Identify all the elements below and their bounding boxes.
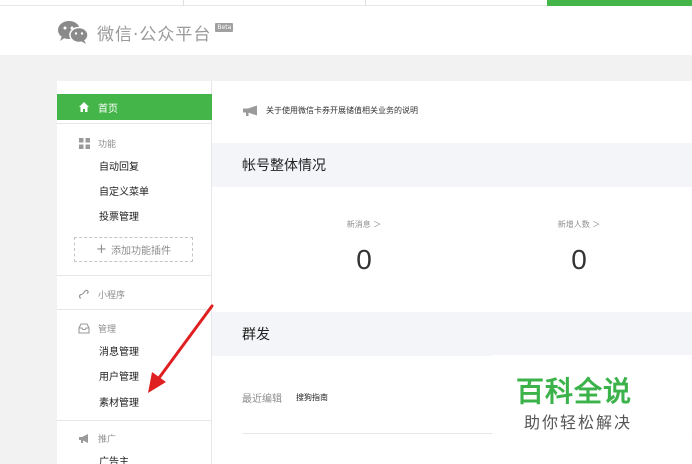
top-separator (365, 0, 366, 6)
sidebar-item-advertiser[interactable]: 广告主 (99, 456, 129, 464)
megaphone-icon (243, 105, 257, 116)
sidebar-item-vote-management[interactable]: 投票管理 (99, 211, 139, 225)
broadcast-header: 群发 (212, 312, 692, 356)
red-arrow-annotation (148, 304, 214, 393)
sidebar-section-label: 推广 (98, 434, 117, 445)
stat-value: 0 (571, 244, 587, 275)
sidebar-item-label: 小程序 (98, 290, 126, 301)
divider (57, 275, 212, 276)
watermark-subtitle: 助你轻松解决 (524, 413, 633, 432)
top-separator (183, 0, 184, 6)
section-title: 帐号整体情况 (242, 158, 326, 174)
sidebar-section-label: 管理 (98, 324, 117, 335)
header: 微信·公众平台 Beta (0, 7, 692, 55)
mini-program-icon (78, 288, 90, 300)
active-top-tab-indicator (547, 0, 692, 6)
notice-text: 关于使用微信卡券开展储值相关业务的说明 (266, 106, 418, 115)
stat-new-followers[interactable]: 新增人数 ＞ 0 (537, 219, 621, 276)
sidebar-section-promotion: 推广 (57, 430, 212, 446)
sidebar-item-message-management[interactable]: 消息管理 (99, 346, 139, 360)
beta-badge: Beta (215, 22, 234, 32)
sidebar-section-label: 功能 (98, 139, 117, 150)
watermark-title: 百科全说 (516, 375, 633, 408)
plus-icon: + (96, 242, 107, 257)
sidebar-item-home[interactable]: 首页 (57, 94, 212, 120)
recent-edit: 最近编辑 搜狗指南 (242, 390, 328, 405)
sidebar-section-features: 功能 (57, 135, 212, 151)
sidebar-item-user-management[interactable]: 用户管理 (99, 371, 139, 385)
stat-label: 新增人数 ＞ (557, 220, 601, 229)
megaphone-icon (78, 432, 90, 444)
sidebar-item-custom-menu[interactable]: 自定义菜单 (99, 186, 149, 200)
account-overview-header: 帐号整体情况 (212, 143, 692, 187)
sidebar-item-material-management[interactable]: 素材管理 (99, 397, 139, 411)
logo[interactable]: 微信·公众平台 Beta (57, 19, 234, 45)
tray-icon (78, 322, 90, 334)
recent-edit-label: 最近编辑 (242, 394, 282, 405)
top-strip (0, 0, 692, 6)
sidebar: 首页 功能 自动回复 自定义菜单 投票管理 + 添加功能插件 小程序 管理 消息… (57, 81, 212, 464)
grid-icon (78, 137, 90, 149)
stat-value: 0 (356, 244, 372, 275)
divider (57, 420, 212, 421)
stat-new-messages[interactable]: 新消息 ＞ 0 (322, 219, 406, 276)
notice-link[interactable]: 关于使用微信卡券开展储值相关业务的说明 (242, 105, 418, 116)
sidebar-item-label: 首页 (98, 103, 118, 115)
recent-edit-item[interactable]: 搜狗指南 (296, 392, 328, 403)
home-icon (79, 102, 89, 112)
divider (57, 123, 212, 124)
logo-text: 微信·公众平台 (97, 24, 212, 45)
add-plugin-label: 添加功能插件 (110, 246, 171, 257)
wechat-logo-icon (58, 21, 89, 44)
sidebar-item-auto-reply[interactable]: 自动回复 (99, 161, 139, 175)
section-title: 群发 (242, 327, 270, 343)
add-plugin-button[interactable]: + 添加功能插件 (74, 237, 193, 262)
stat-label: 新消息 ＞ (346, 220, 382, 229)
